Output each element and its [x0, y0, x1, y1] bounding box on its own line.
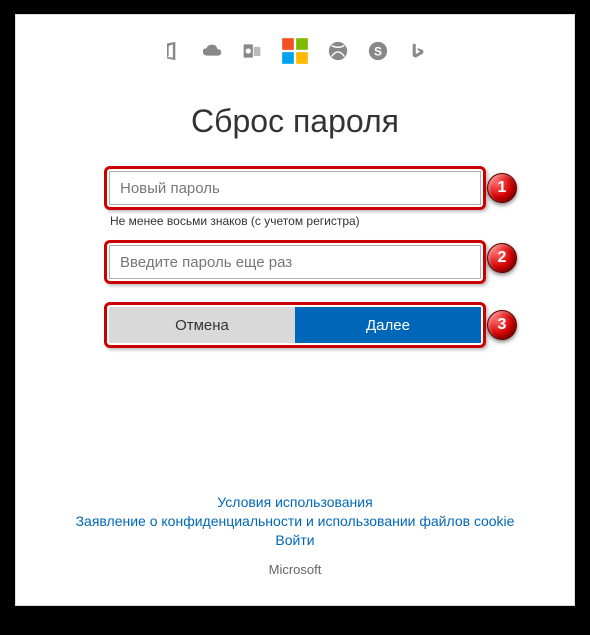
cancel-button[interactable]: Отмена [109, 307, 295, 343]
xbox-icon [327, 40, 349, 62]
product-icon-row: S [16, 15, 574, 75]
signin-link[interactable]: Войти [16, 532, 574, 548]
privacy-link[interactable]: Заявление о конфиденциальности и использ… [16, 513, 574, 529]
new-password-input[interactable] [109, 171, 481, 205]
onedrive-icon [201, 40, 223, 62]
password-hint: Не менее восьми знаков (с учетом регистр… [110, 214, 486, 228]
outlook-icon [241, 40, 263, 62]
button-row: Отмена Далее [109, 307, 481, 343]
reset-form: 1 Не менее восьми знаков (с учетом регис… [104, 166, 486, 348]
confirm-password-highlight: 2 [104, 240, 486, 284]
new-password-highlight: 1 [104, 166, 486, 210]
annotation-marker-2: 2 [487, 243, 517, 273]
next-button[interactable]: Далее [295, 307, 481, 343]
bing-icon [407, 40, 429, 62]
button-row-highlight: Отмена Далее 3 [104, 302, 486, 348]
footer-links: Условия использования Заявление о конфид… [16, 491, 574, 577]
page-title: Сброс пароля [16, 103, 574, 140]
brand-label: Microsoft [16, 562, 574, 577]
skype-icon: S [367, 40, 389, 62]
microsoft-icon [281, 37, 309, 65]
terms-link[interactable]: Условия использования [16, 494, 574, 510]
office-icon [161, 40, 183, 62]
annotation-marker-1: 1 [487, 173, 517, 203]
svg-text:S: S [374, 45, 382, 59]
annotation-marker-3: 3 [487, 310, 517, 340]
reset-password-page: S Сброс пароля 1 Не менее восьми знаков … [15, 14, 575, 606]
confirm-password-input[interactable] [109, 245, 481, 279]
